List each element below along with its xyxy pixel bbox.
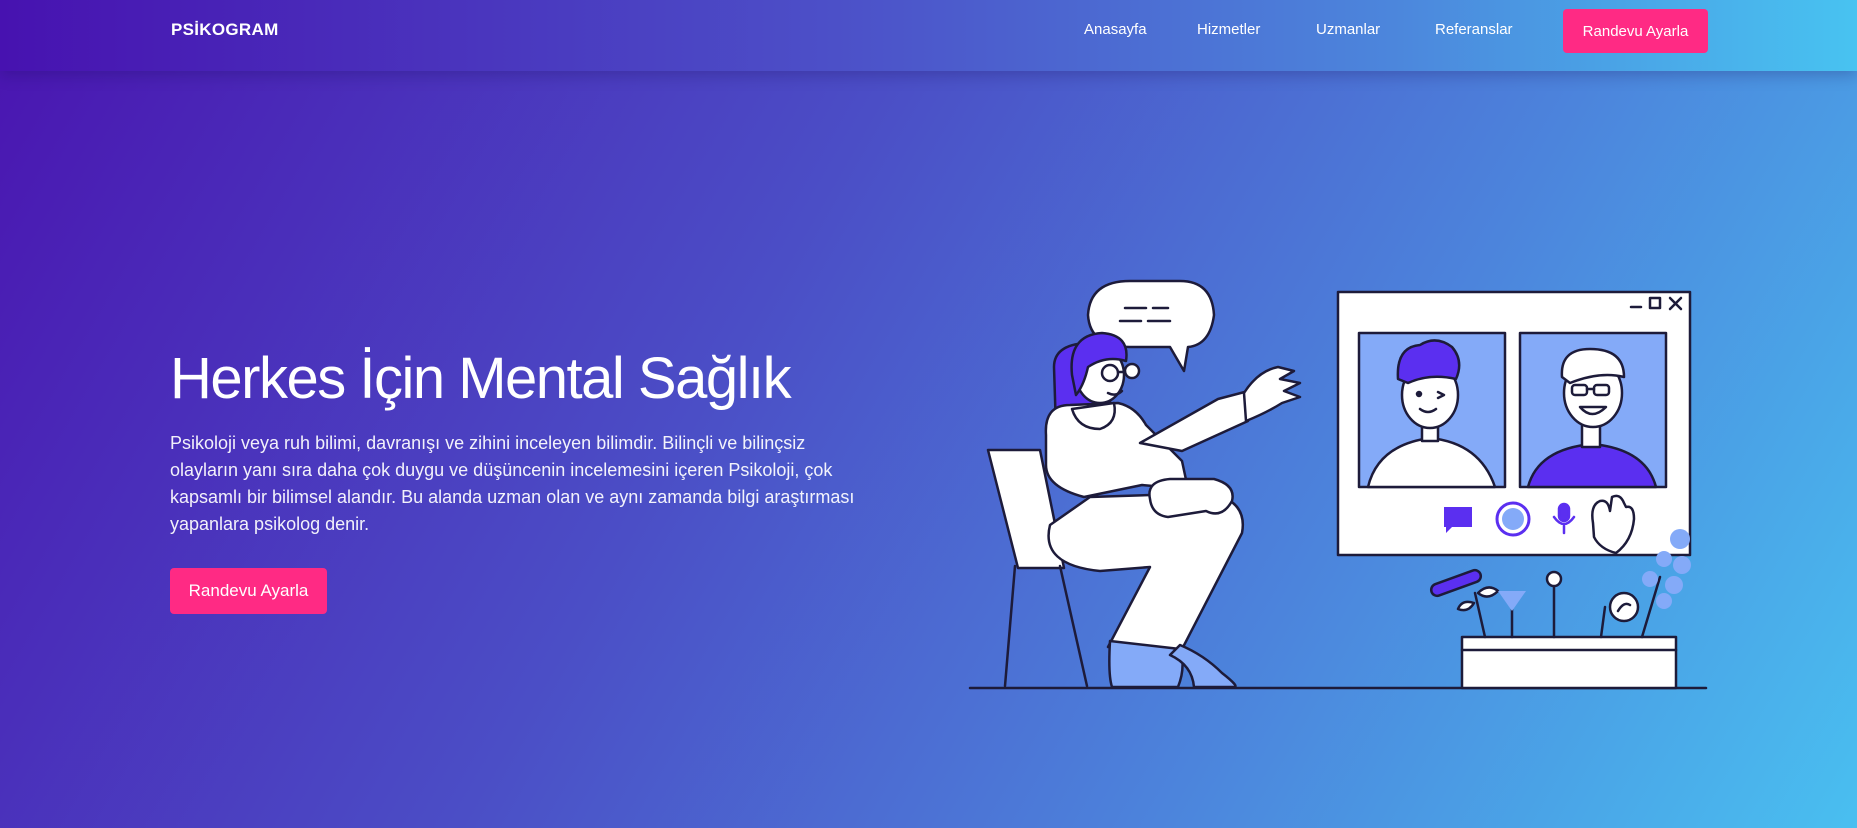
- nav-item-uzmanlar[interactable]: Uzmanlar: [1316, 21, 1380, 38]
- hero-description: Psikoloji veya ruh bilimi, davranışı ve …: [170, 433, 855, 534]
- participant-video-2: [1518, 331, 1668, 489]
- brand-logo[interactable]: PSİKOGRAM: [171, 20, 279, 40]
- nav-appointment-button[interactable]: Randevu Ayarla: [1563, 9, 1708, 53]
- therapy-video-call-illustration: [968, 279, 1708, 690]
- hero-appointment-button[interactable]: Randevu Ayarla: [170, 568, 327, 614]
- nav-item-hizmetler[interactable]: Hizmetler: [1197, 21, 1260, 38]
- nav-item-anasayfa[interactable]: Anasayfa: [1084, 21, 1147, 38]
- nav-item-referanslar[interactable]: Referanslar: [1435, 21, 1513, 38]
- hero-title: Herkes İçin Mental Sağlık: [170, 346, 792, 411]
- navbar: PSİKOGRAM Anasayfa Hizmetler Uzmanlar Re…: [0, 0, 1857, 71]
- record-icon: [1495, 501, 1531, 537]
- therapist-figure: [1044, 331, 1302, 689]
- video-call-window: [1336, 290, 1692, 557]
- participant-video-1: [1357, 331, 1507, 489]
